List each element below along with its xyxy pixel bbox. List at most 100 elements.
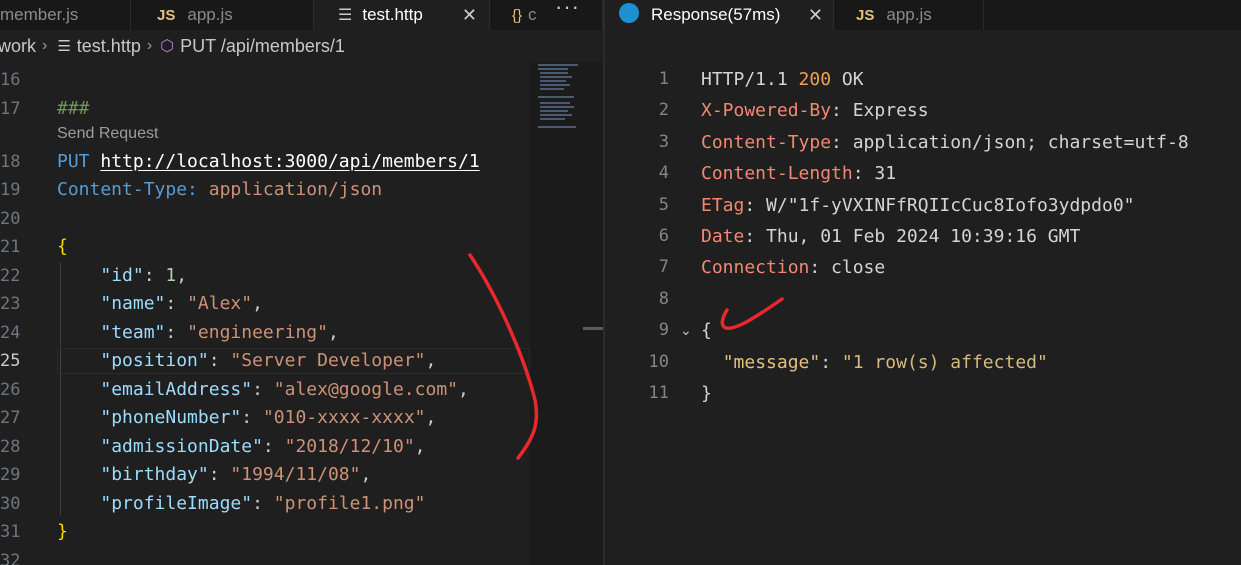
send-request-codelens[interactable]: Send Request: [57, 125, 158, 143]
response-line[interactable]: 4 Content-Length: 31: [605, 158, 1241, 189]
json-file-icon: {}: [512, 6, 523, 24]
tab-label: Response(57ms): [651, 5, 781, 24]
response-text: {: [701, 315, 712, 346]
header-name: X-Powered-By: [701, 100, 832, 122]
tab-response[interactable]: Response(57ms) ✕: [605, 0, 834, 30]
code-token: }: [701, 383, 712, 404]
code-line[interactable]: 31}: [0, 518, 530, 546]
response-line[interactable]: 9 ⌄ {: [605, 315, 1241, 346]
response-line[interactable]: 2 X-Powered-By: Express: [605, 95, 1241, 126]
response-line[interactable]: 6 Date: Thu, 01 Feb 2024 10:39:16 GMT: [605, 221, 1241, 252]
response-text: "message": "1 row(s) affected": [722, 351, 1048, 373]
request-url[interactable]: http://localhost:3000/api/members/1: [100, 151, 479, 172]
header-value: : application/json; charset=utf-8: [831, 131, 1189, 153]
json-key: "phoneNumber": [100, 407, 242, 428]
json-key: "team": [100, 322, 166, 343]
fold-chevron-icon[interactable]: ⌄: [680, 315, 692, 346]
json-key: "message": [722, 351, 821, 373]
chevron-right-icon: ›: [146, 37, 153, 54]
line-number: 25: [0, 351, 21, 371]
response-line[interactable]: 1 HTTP/1.1 200 OK: [605, 64, 1241, 95]
code-text: }: [57, 518, 68, 546]
editor-tab-bar: member.js JS app.js ☰ test.http ✕ {} c ·…: [0, 0, 603, 30]
breadcrumb-file[interactable]: test.http: [77, 36, 141, 57]
tab-test-http[interactable]: ☰ test.http ✕: [314, 0, 490, 30]
header-name: Content-Length: [701, 163, 853, 185]
code-line[interactable]: 23 "name": "Alex",: [0, 290, 530, 318]
code-line[interactable]: 27 "phoneNumber": "010-xxxx-xxxx",: [0, 404, 530, 432]
code-line[interactable]: 25 "position": "Server Developer",: [0, 347, 530, 375]
response-line[interactable]: 8: [605, 284, 1241, 315]
breadcrumb-request[interactable]: PUT /api/members/1: [180, 36, 345, 57]
response-line[interactable]: 5 ETag: W/"1f-yVXINFfRQIIcCuc8Iofo3ydpdo0…: [605, 190, 1241, 221]
code-text: ###: [57, 95, 90, 123]
code-line[interactable]: 29 "birthday": "1994/11/08",: [0, 461, 530, 489]
line-number: 26: [0, 380, 21, 400]
response-text: ETag: W/"1f-yVXINFfRQIIcCuc8Iofo3ydpdo0": [701, 190, 1135, 221]
code-line[interactable]: 16: [0, 66, 530, 94]
json-key: "birthday": [100, 464, 209, 485]
http-file-icon: ☰: [338, 7, 353, 24]
code-token: {: [701, 320, 712, 342]
json-key: "emailAddress": [100, 379, 253, 400]
code-line[interactable]: 21 {: [0, 233, 530, 261]
tab-member-js[interactable]: member.js: [0, 0, 131, 30]
javascript-file-icon: JS: [157, 6, 176, 24]
response-line[interactable]: 3 Content-Type: application/json; charset…: [605, 127, 1241, 158]
line-number: 17: [0, 99, 21, 119]
close-tab-icon[interactable]: ✕: [808, 5, 823, 26]
more-actions-icon[interactable]: ···: [555, 0, 580, 20]
breadcrumb-folder[interactable]: work: [0, 36, 36, 57]
header-name: Content-Type:: [57, 179, 198, 200]
breadcrumb: work › ☰ test.http › ⬡ PUT /api/members/…: [0, 33, 601, 59]
code-line[interactable]: 32: [0, 547, 530, 565]
response-line[interactable]: 11}: [605, 378, 1241, 409]
code-line[interactable]: 22 "id": 1,: [0, 262, 530, 290]
code-text: Content-Type: application/json: [57, 176, 382, 204]
header-value: : Thu, 01 Feb 2024 10:39:16 GMT: [744, 226, 1081, 247]
code-line[interactable]: 17 ###: [0, 95, 530, 123]
tab-app-js[interactable]: JS app.js: [834, 0, 984, 30]
response-text: Content-Length: 31: [701, 158, 896, 189]
json-value: "2018/12/10": [284, 436, 415, 457]
line-number: 3: [658, 131, 669, 152]
code-text: "name": "Alex",: [100, 293, 263, 314]
scrollbar-thumb[interactable]: [583, 327, 603, 330]
response-text: Date: Thu, 01 Feb 2024 10:39:16 GMT: [701, 221, 1080, 252]
code-line[interactable]: 19 Content-Type: application/json: [0, 176, 530, 204]
line-number: 32: [0, 551, 21, 565]
response-line[interactable]: 7 Connection: close: [605, 252, 1241, 283]
code-line[interactable]: 18 PUT http://localhost:3000/api/members/…: [0, 148, 530, 176]
response-line[interactable]: 10 "message": "1 row(s) affected": [605, 347, 1241, 378]
line-number: 28: [0, 437, 21, 457]
code-line[interactable]: 28 "admissionDate": "2018/12/10",: [0, 433, 530, 461]
line-number: 20: [0, 209, 21, 229]
tab-label: test.http: [362, 5, 423, 24]
status-reason: OK: [831, 69, 864, 90]
header-name: Content-Type: [701, 131, 832, 153]
response-text: X-Powered-By: Express: [701, 95, 929, 126]
tab-json-file[interactable]: {} c: [490, 0, 603, 30]
minimap[interactable]: [530, 62, 603, 565]
line-number: 5: [658, 194, 669, 215]
json-value: "Alex": [187, 293, 253, 314]
json-value: "alex@google.com": [273, 379, 458, 400]
response-text: Content-Type: application/json; charset=…: [701, 127, 1189, 158]
code-line[interactable]: 20: [0, 205, 530, 233]
close-tab-icon[interactable]: ✕: [462, 5, 477, 26]
json-value: "Server Developer": [230, 350, 426, 371]
json-key: "admissionDate": [100, 436, 263, 457]
code-line[interactable]: 24 "team": "engineering",: [0, 319, 530, 347]
code-token: ###: [57, 98, 90, 119]
tab-app-js[interactable]: JS app.js: [131, 0, 314, 30]
code-text: "phoneNumber": "010-xxxx-xxxx",: [100, 407, 437, 428]
request-symbol-icon: ⬡: [160, 38, 175, 55]
code-token: }: [57, 521, 68, 542]
response-pane: Response(57ms) ✕ JS app.js 1 HTTP/1.1 200…: [605, 0, 1241, 565]
line-number: 31: [0, 522, 21, 542]
code-token: {: [57, 236, 68, 257]
json-key: "id": [100, 265, 144, 286]
rest-client-icon: [619, 3, 639, 23]
code-line[interactable]: 26 "emailAddress": "alex@google.com",: [0, 376, 530, 404]
code-line[interactable]: 30 "profileImage": "profile1.png": [0, 490, 530, 518]
